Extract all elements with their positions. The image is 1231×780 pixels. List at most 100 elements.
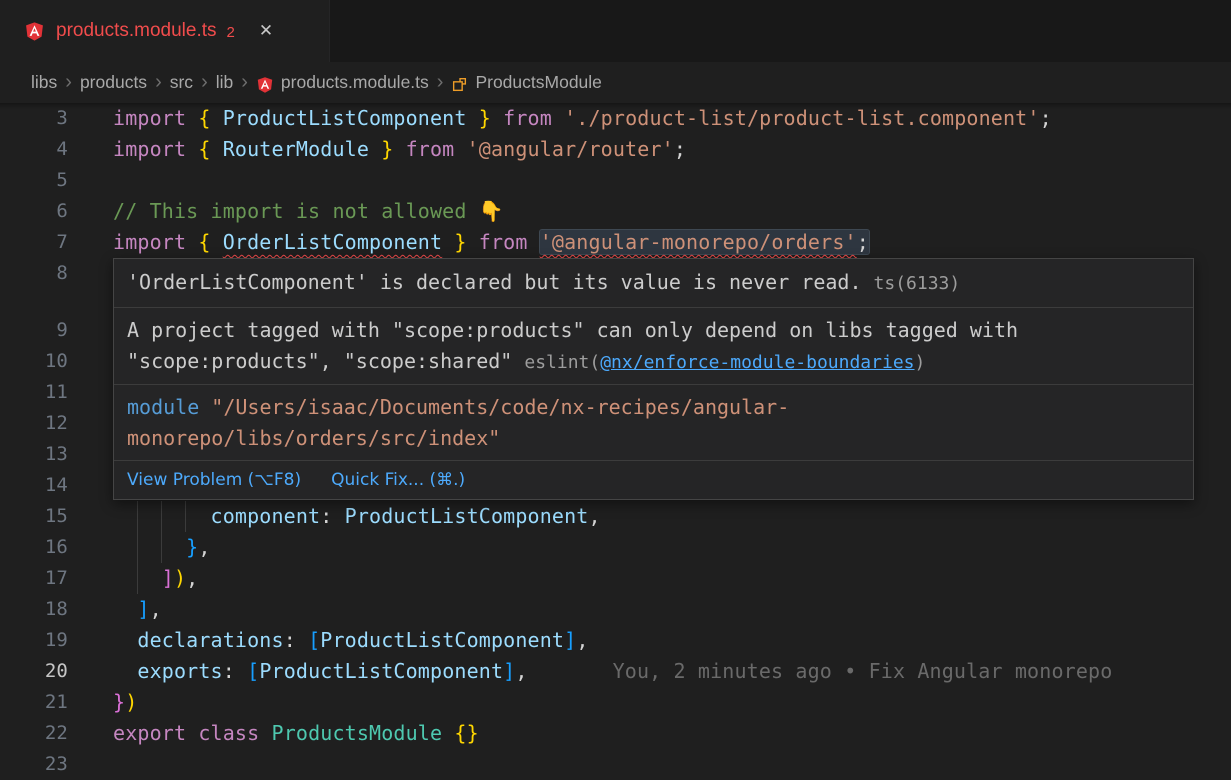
code-token: from xyxy=(467,230,540,254)
code-line-21[interactable]: 21}) xyxy=(0,687,1231,718)
ts-error-message: 'OrderListComponent' is declared but its… xyxy=(127,270,862,294)
code-token: { xyxy=(198,230,222,254)
breadcrumb-item-src[interactable]: src xyxy=(170,72,193,93)
code-token: ; xyxy=(674,137,686,161)
code-line-17[interactable]: 17 ]), xyxy=(0,563,1231,594)
breadcrumb-item-products[interactable]: products xyxy=(80,72,147,93)
breadcrumb-item-symbol[interactable]: ProductsModule xyxy=(475,72,601,93)
ts-error-code: ts(6133) xyxy=(874,273,961,294)
code-token: OrderListComponent xyxy=(223,230,442,254)
code-token: , xyxy=(576,628,588,652)
line-number: 23 xyxy=(0,749,68,780)
code-token: declarations xyxy=(137,628,283,652)
code-text xyxy=(113,165,1231,196)
breadcrumb-item-file[interactable]: products.module.ts xyxy=(281,72,429,93)
chevron-right-icon: › xyxy=(201,72,208,92)
code-token: ; xyxy=(1040,106,1052,130)
editor-tab-products-module[interactable]: products.module.ts 2 ✕ xyxy=(0,0,330,62)
code-text: export class ProductsModule {} xyxy=(113,718,1231,749)
breadcrumb-item-libs[interactable]: libs xyxy=(31,72,57,93)
code-line-16[interactable]: 16 }, xyxy=(0,532,1231,563)
line-number: 11 xyxy=(0,377,68,408)
code-token xyxy=(442,721,454,745)
code-token: { xyxy=(198,106,222,130)
line-number: 21 xyxy=(0,687,68,718)
line-number: 17 xyxy=(0,563,68,594)
code-token: ] xyxy=(564,628,576,652)
code-token: '@angular/router' xyxy=(467,137,674,161)
code-line-19[interactable]: 19 declarations: [ProductListComponent], xyxy=(0,625,1231,656)
code-token: // This import is not allowed 👇 xyxy=(113,199,504,223)
code-line-20[interactable]: 20 exports: [ProductListComponent],You, … xyxy=(0,656,1231,687)
code-token: import xyxy=(113,137,198,161)
code-token: import xyxy=(113,106,198,130)
code-token: ] xyxy=(162,566,174,590)
class-symbol-icon xyxy=(451,76,468,93)
view-problem-action[interactable]: View Problem (⌥F8) xyxy=(127,465,301,495)
hover-ts-diagnostic: 'OrderListComponent' is declared but its… xyxy=(114,259,1193,307)
close-icon[interactable]: ✕ xyxy=(259,21,273,41)
eslint-source-close: ) xyxy=(915,352,926,373)
code-text: import { RouterModule } from '@angular/r… xyxy=(113,134,1231,165)
code-token: } xyxy=(442,230,466,254)
code-token: exports xyxy=(137,659,222,683)
indent-guide xyxy=(137,532,138,563)
code-token: ; xyxy=(857,230,869,254)
code-token: ] xyxy=(503,659,515,683)
word-highlight: '@angular-monorepo/orders'; xyxy=(540,230,869,254)
module-path-line1: "/Users/isaac/Documents/code/nx-recipes/… xyxy=(199,395,789,419)
breadcrumb-item-lib[interactable]: lib xyxy=(216,72,234,93)
code-token: from xyxy=(491,106,564,130)
code-token: ProductsModule xyxy=(272,721,443,745)
indent-guide xyxy=(161,532,162,563)
tab-problems-badge: 2 xyxy=(227,24,235,41)
code-token: , xyxy=(150,597,162,621)
code-token: { xyxy=(198,137,222,161)
quick-fix-action[interactable]: Quick Fix... (⌘.) xyxy=(331,465,465,495)
code-line-7[interactable]: 7 import { OrderListComponent } from '@an… xyxy=(0,227,1231,258)
code-token xyxy=(113,628,137,652)
indent-guide xyxy=(185,501,186,532)
code-token: ProductListComponent xyxy=(259,659,503,683)
code-line-3[interactable]: 3import { ProductListComponent } from '.… xyxy=(0,103,1231,134)
code-text: declarations: [ProductListComponent], xyxy=(113,625,1231,656)
code-line-15[interactable]: 15 component: ProductListComponent, xyxy=(0,501,1231,532)
line-number: 22 xyxy=(0,718,68,749)
code-text xyxy=(113,749,1231,780)
code-line-22[interactable]: 22 export class ProductsModule {} xyxy=(0,718,1231,749)
line-number: 16 xyxy=(0,532,68,563)
code-editor[interactable]: 3import { ProductListComponent } from '.… xyxy=(0,103,1231,780)
code-token xyxy=(113,535,186,559)
code-token: } xyxy=(113,690,125,714)
code-text: component: ProductListComponent, xyxy=(113,501,1231,532)
line-number: 13 xyxy=(0,439,68,470)
code-token: } xyxy=(467,106,491,130)
code-token: '@angular-monorepo/orders' xyxy=(540,230,857,254)
indent-guide xyxy=(161,501,162,532)
code-line-18[interactable]: 18 ], xyxy=(0,594,1231,625)
line-number: 7 xyxy=(0,227,68,258)
code-text: import { OrderListComponent } from '@ang… xyxy=(113,227,1231,258)
code-token: export xyxy=(113,721,198,745)
code-token: , xyxy=(186,566,198,590)
code-token xyxy=(113,597,137,621)
code-token: } xyxy=(186,535,198,559)
code-line-5[interactable]: 5 xyxy=(0,165,1231,196)
code-line-6[interactable]: 6// This import is not allowed 👇 xyxy=(0,196,1231,227)
git-blame-annotation: You, 2 minutes ago • Fix Angular monorep… xyxy=(613,659,1113,683)
line-number: 20 xyxy=(0,656,68,687)
code-text: // This import is not allowed 👇 xyxy=(113,196,1231,227)
code-text: }) xyxy=(113,687,1231,718)
chevron-right-icon: › xyxy=(155,72,162,92)
code-token: , xyxy=(198,535,210,559)
eslint-source-open: eslint( xyxy=(524,352,600,373)
code-token: ] xyxy=(137,597,149,621)
eslint-rule-link[interactable]: @nx/enforce-module-boundaries xyxy=(600,352,914,373)
line-number: 12 xyxy=(0,408,68,439)
code-token: {} xyxy=(454,721,478,745)
code-token: './product-list/product-list.component' xyxy=(564,106,1039,130)
module-path-line2: monorepo/libs/orders/src/index" xyxy=(127,426,500,450)
code-line-4[interactable]: 4import { RouterModule } from '@angular/… xyxy=(0,134,1231,165)
code-token: class xyxy=(198,721,271,745)
code-line-23[interactable]: 23 xyxy=(0,749,1231,780)
